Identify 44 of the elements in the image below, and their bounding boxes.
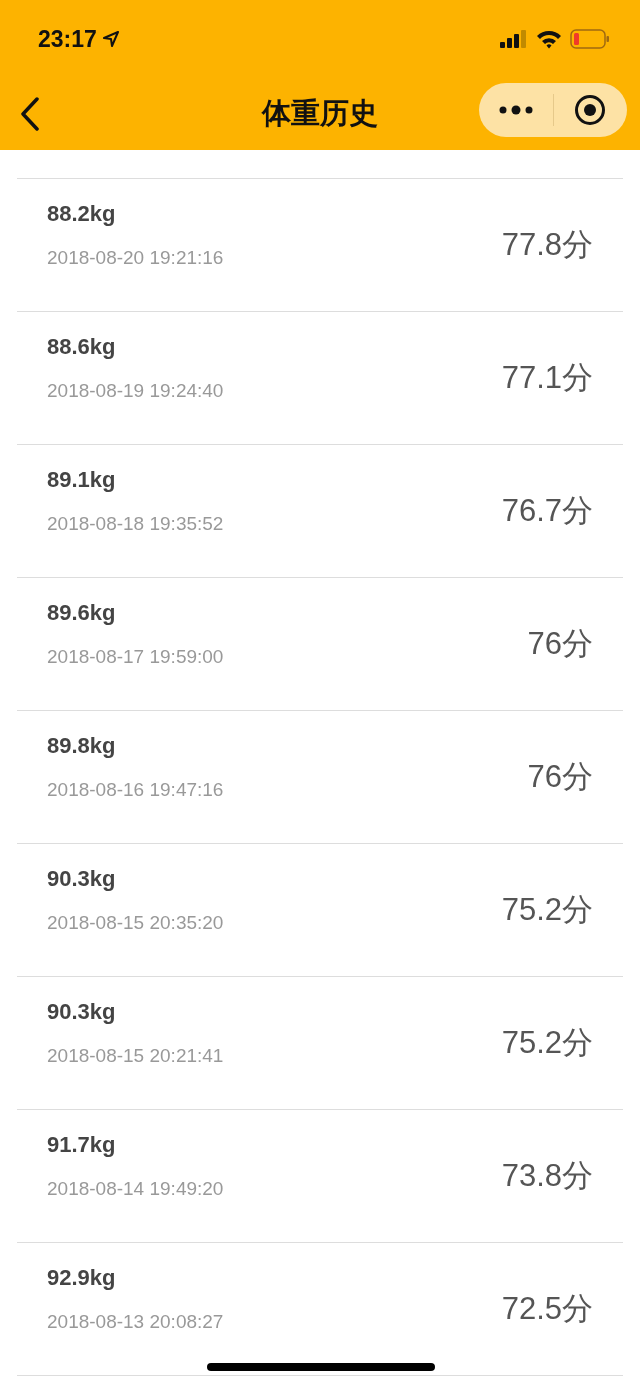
signal-icon (500, 30, 528, 48)
status-time: 23:17 (38, 25, 97, 53)
score-value: 72.5分 (501, 1290, 593, 1328)
record-time: 2018-08-13 20:08:27 (47, 1311, 224, 1333)
weight-value: 89.1kg (47, 467, 117, 493)
record-row[interactable]: 90.3kg 2018-08-15 20:21:41 75.2分 (17, 977, 623, 1110)
location-arrow-icon (102, 31, 119, 47)
weight-value: 88.6kg (47, 334, 117, 360)
page-title: 体重历史 (262, 96, 378, 131)
record-row[interactable]: 89.1kg 2018-08-18 19:35:52 76.7分 (17, 445, 623, 578)
score-value: 76分 (527, 758, 593, 796)
score-value: 77.8分 (501, 226, 593, 264)
wifi-icon (536, 29, 562, 49)
record-row[interactable]: 90.3kg 2018-08-15 20:35:20 75.2分 (17, 844, 623, 977)
record-row[interactable]: 91.7kg 2018-08-14 19:49:20 73.8分 (17, 1110, 623, 1243)
score-value: 76.7分 (501, 492, 593, 530)
record-row[interactable]: 89.6kg 2018-08-17 19:59:00 76分 (17, 578, 623, 711)
weight-value: 88.2kg (47, 201, 117, 227)
record-row[interactable]: 88.6kg 2018-08-19 19:24:40 77.1分 (17, 312, 623, 445)
record-row[interactable]: 88.2kg 2018-08-20 19:21:16 77.8分 (17, 179, 623, 312)
record-time: 2018-08-20 19:21:16 (47, 247, 224, 269)
more-icon (498, 105, 533, 115)
weight-value: 90.3kg (47, 866, 117, 892)
score-value: 77.1分 (501, 359, 593, 397)
record-time: 2018-08-16 19:47:16 (47, 779, 224, 801)
weight-value: 92.9kg (47, 1265, 117, 1291)
record-time: 2018-08-15 20:35:20 (47, 912, 224, 934)
score-value: 73.8分 (501, 1157, 593, 1195)
score-value: 75.2分 (501, 891, 593, 929)
target-icon (574, 94, 607, 126)
score-value: 75.2分 (501, 1024, 593, 1062)
record-time: 2018-08-18 19:35:52 (47, 513, 224, 535)
record-row[interactable]: 89.8kg 2018-08-16 19:47:16 76分 (17, 711, 623, 844)
weight-value: 91.7kg (47, 1132, 117, 1158)
weight-value: 89.6kg (47, 600, 117, 626)
record-time: 2018-08-19 19:24:40 (47, 380, 224, 402)
battery-icon (570, 29, 610, 49)
score-value: 76分 (527, 625, 593, 663)
record-time: 2018-08-14 19:49:20 (47, 1178, 224, 1200)
back-icon (20, 97, 40, 131)
weight-value: 90.3kg (47, 999, 117, 1025)
record-time: 2018-08-17 19:59:00 (47, 646, 224, 668)
record-time: 2018-08-15 20:21:41 (47, 1045, 224, 1067)
weight-value: 89.8kg (47, 733, 117, 759)
